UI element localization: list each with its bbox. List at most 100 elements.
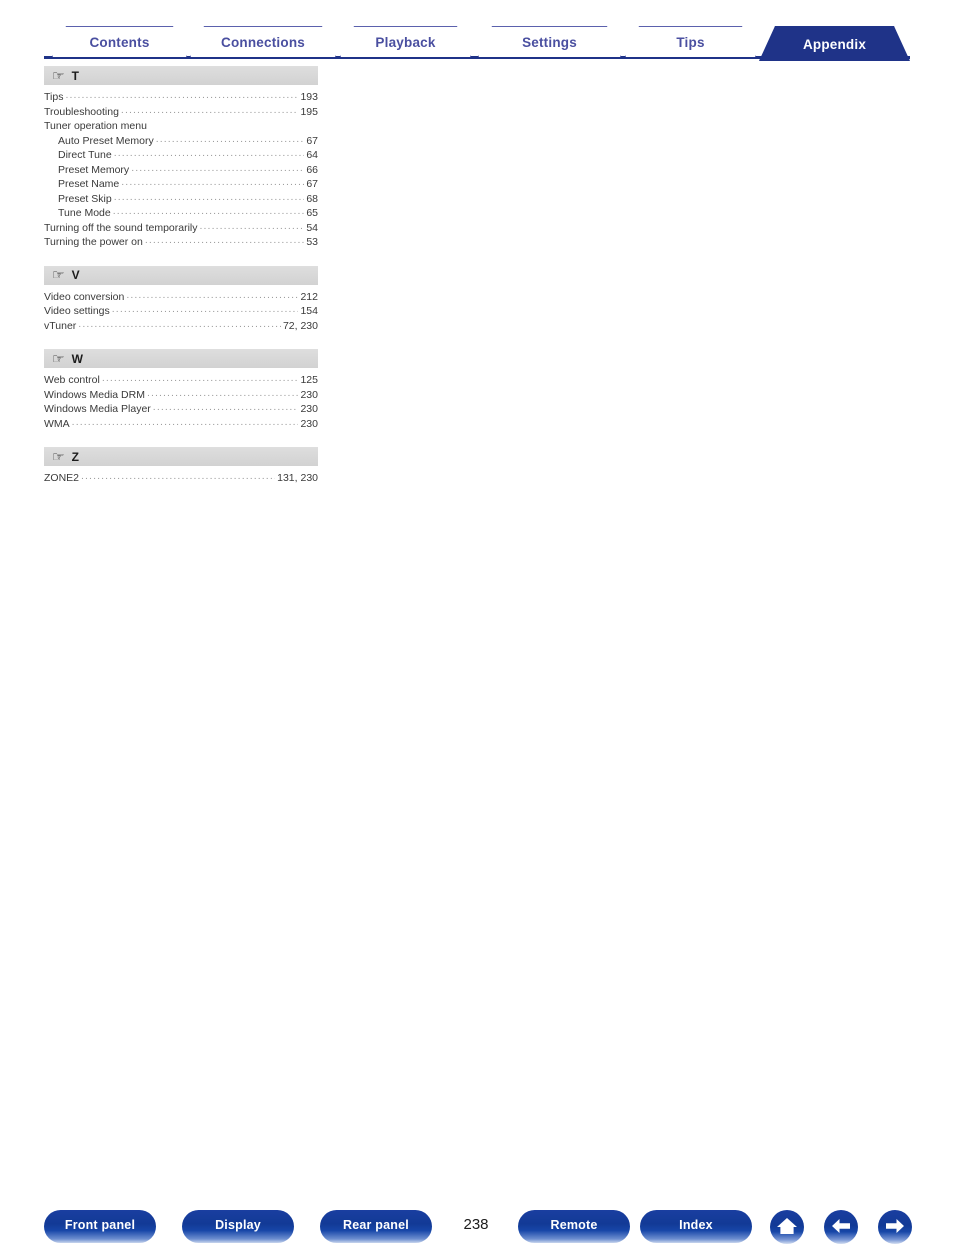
footer-button-display[interactable]: Display — [182, 1210, 294, 1243]
index-entry-page: 68 — [306, 192, 318, 205]
footer-button-index[interactable]: Index — [640, 1210, 752, 1243]
index-entry-list: ZONE2 131, 230 — [44, 471, 318, 486]
index-entry-title: Turning the power on — [44, 236, 143, 248]
index-entry[interactable]: Turning the power on 53 — [44, 235, 318, 250]
arrow-left-icon[interactable] — [824, 1210, 858, 1244]
index-entry-title: Troubleshooting — [44, 105, 119, 118]
index-entry[interactable]: Direct Tune 64 — [44, 148, 318, 163]
leader-dots — [65, 90, 298, 105]
tab-label: Playback — [375, 34, 436, 50]
index-entry-page: 65 — [306, 207, 318, 219]
tab-playback[interactable]: Playback — [340, 26, 471, 57]
section-letter: V — [71, 268, 80, 282]
leader-dots — [81, 471, 275, 486]
index-entry[interactable]: Tips 193 — [44, 90, 318, 105]
index-entry[interactable]: Preset Skip 68 — [44, 192, 318, 207]
tab-label: Appendix — [802, 36, 867, 52]
tab-appendix[interactable]: Appendix — [759, 26, 910, 61]
index-entry-title: Windows Media DRM — [44, 388, 145, 401]
index-entry[interactable]: Preset Memory 66 — [44, 163, 318, 178]
section-header: ☞ W — [44, 349, 318, 368]
index-entry-page: 230 — [300, 417, 318, 430]
index-entry[interactable]: Auto Preset Memory 67 — [44, 134, 318, 149]
leader-dots — [200, 221, 305, 236]
leader-dots — [147, 388, 299, 403]
index-entry-page: 195 — [300, 105, 318, 118]
index-entry[interactable]: Web control 125 — [44, 373, 318, 388]
index-entry[interactable]: Tune Mode 65 — [44, 206, 318, 221]
index-entry-list: Video conversion 212 Video settings 154 vTun… — [44, 290, 318, 334]
leader-dots — [121, 105, 299, 120]
index-entry[interactable]: Video settings 154 — [44, 304, 318, 319]
index-entry-page: 230 — [300, 388, 318, 401]
index-section-t: ☞TTips193Troubleshooting195Tuner operati… — [44, 66, 318, 250]
pointing-hand-icon: ☞ — [52, 266, 65, 283]
index-section-w: ☞WWeb control125Windows Media DRM230Wind… — [44, 349, 318, 431]
index-entry-title: Tune Mode — [58, 207, 111, 219]
index-entry-page: 131, 230 — [277, 472, 318, 484]
footer-button-remote[interactable]: Remote — [518, 1210, 630, 1243]
page-number: 238 — [463, 1216, 489, 1233]
leader-dots — [113, 206, 305, 221]
index-entry-page: 72, 230 — [282, 319, 318, 332]
tab-bar: Contents Connections Playback Settings Tips A… — [0, 0, 954, 60]
leader-dots — [121, 177, 304, 192]
tab-tips[interactable]: Tips — [625, 26, 756, 57]
index-entry[interactable]: Turning off the sound temporarily 54 — [44, 221, 318, 236]
index-entry-title: Preset Skip — [58, 192, 112, 205]
index-entry[interactable]: ZONE2 131, 230 — [44, 471, 318, 486]
footer-button-front-panel[interactable]: Front panel — [44, 1210, 156, 1243]
index-entry-title: Web control — [44, 374, 100, 386]
index-entry-page: 67 — [306, 178, 318, 190]
index-entry-page: 54 — [306, 221, 318, 234]
index-entry-page: 67 — [306, 134, 318, 147]
footer-button-label: Index — [679, 1217, 713, 1232]
arrow-right-icon[interactable] — [878, 1210, 912, 1244]
footer-button-rear-panel[interactable]: Rear panel — [320, 1210, 432, 1243]
index-entry[interactable]: Troubleshooting 195 — [44, 105, 318, 120]
section-letter: W — [71, 351, 83, 366]
index-entry-page: 66 — [306, 163, 318, 176]
index-column: ☞TTips193Troubleshooting195Tuner operati… — [44, 66, 318, 502]
index-entry-title: ZONE2 — [44, 472, 80, 484]
index-entry-title: Video conversion — [44, 290, 125, 303]
index-entry-page: 53 — [306, 236, 318, 248]
footer-bar: 238 Front panel Display Rear panel Remote In… — [0, 600, 954, 1244]
pointing-hand-icon: ☞ — [52, 448, 65, 464]
leader-dots — [153, 402, 299, 417]
section-letter: Z — [71, 449, 79, 464]
leader-dots — [126, 290, 298, 305]
index-entry-title: Turning off the sound temporarily — [44, 221, 198, 234]
tab-label: Connections — [221, 34, 305, 50]
section-header: ☞ T — [44, 66, 318, 85]
index-entry-page: 154 — [300, 305, 318, 317]
home-icon[interactable] — [770, 1210, 804, 1244]
tab-settings[interactable]: Settings — [478, 26, 621, 57]
tab-contents[interactable]: Contents — [52, 26, 187, 57]
index-section-v: ☞VVideo conversion212Video settings154vT… — [44, 265, 318, 334]
index-entry[interactable]: Windows Media DRM 230 — [44, 388, 318, 403]
index-entry-title: Video settings — [44, 305, 110, 317]
index-entry[interactable]: vTuner 72, 230 — [44, 319, 318, 334]
index-entry-title: Direct Tune — [58, 149, 112, 161]
leader-dots — [72, 417, 299, 432]
leader-dots — [114, 192, 305, 207]
index-entry[interactable]: WMA 230 — [44, 417, 318, 432]
index-entry[interactable]: Video conversion 212 — [44, 290, 318, 305]
tab-label: Contents — [89, 34, 150, 50]
index-entry-title: Preset Name — [58, 178, 120, 190]
index-entry[interactable]: Windows Media Player 230 — [44, 402, 318, 417]
section-header: ☞ V — [44, 265, 318, 285]
index-entry[interactable]: Preset Name 67 — [44, 177, 318, 192]
leader-dots — [78, 319, 281, 334]
tab-connections[interactable]: Connections — [190, 26, 336, 57]
pointing-hand-icon: ☞ — [52, 67, 65, 83]
index-entry-title: vTuner — [44, 319, 77, 332]
index-entry-page: 212 — [300, 290, 318, 303]
index-entry: Tuner operation menu — [44, 119, 318, 134]
index-section-z: ☞ZZONE2131, 230 — [44, 447, 318, 486]
leader-dots — [156, 134, 305, 149]
section-header: ☞ Z — [44, 447, 318, 466]
section-letter: T — [71, 68, 79, 83]
footer-button-label: Front panel — [64, 1217, 136, 1232]
